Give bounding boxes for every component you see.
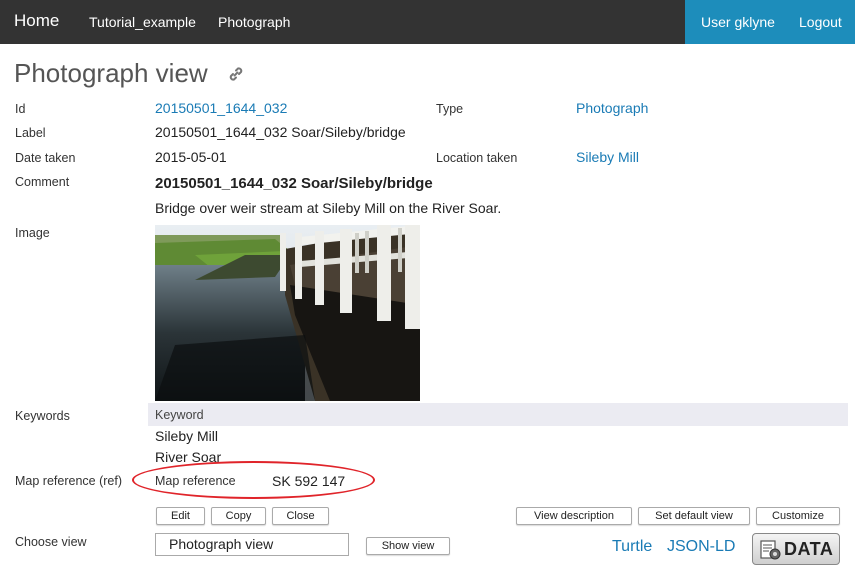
map-reference-label: Map reference (ref) <box>15 474 122 488</box>
keyword-item: Sileby Mill <box>155 428 219 444</box>
json-ld-link[interactable]: JSON-LD <box>667 538 735 556</box>
data-gear-icon <box>760 540 781 560</box>
close-button[interactable]: Close <box>272 507 329 525</box>
user-link[interactable]: User gklyne <box>701 0 775 44</box>
photo-image[interactable] <box>155 225 420 401</box>
customize-button[interactable]: Customize <box>756 507 840 525</box>
nav-photograph-link[interactable]: Photograph <box>218 0 290 44</box>
location-taken-link[interactable]: Sileby Mill <box>576 149 639 165</box>
label-label: Label <box>15 126 46 140</box>
show-view-button[interactable]: Show view <box>366 537 450 555</box>
highlight-ellipse <box>132 461 375 499</box>
comment-label: Comment <box>15 175 70 189</box>
data-button-label: DATA <box>784 539 834 559</box>
edit-button[interactable]: Edit <box>156 507 205 525</box>
image-label: Image <box>15 226 50 240</box>
user-box: User gklyne Logout <box>685 0 855 44</box>
top-nav-bar: Home Tutorial_example Photograph User gk… <box>0 0 855 44</box>
date-taken-label: Date taken <box>15 151 76 165</box>
copy-button[interactable]: Copy <box>211 507 266 525</box>
logout-link[interactable]: Logout <box>799 0 842 44</box>
page-title: Photograph view <box>14 58 208 88</box>
nav-home-link[interactable]: Home <box>14 0 59 43</box>
type-label: Type <box>436 102 464 116</box>
keyword-header-label: Keyword <box>155 408 204 422</box>
keyword-column-header: Keyword <box>148 403 848 426</box>
data-button[interactable]: DATA <box>752 533 840 565</box>
id-value-link[interactable]: 20150501_1644_032 <box>155 100 287 116</box>
view-description-button[interactable]: View description <box>516 507 632 525</box>
comment-heading: 20150501_1644_032 Soar/Sileby/bridge <box>155 175 433 192</box>
id-label: Id <box>15 102 26 116</box>
type-value-link[interactable]: Photograph <box>576 100 648 116</box>
view-select[interactable]: Photograph view <box>155 533 349 556</box>
nav-tutorial-example-link[interactable]: Tutorial_example <box>89 0 196 44</box>
choose-view-label: Choose view <box>15 535 87 549</box>
permalink-icon[interactable] <box>226 64 246 84</box>
turtle-link[interactable]: Turtle <box>612 538 652 556</box>
label-value: 20150501_1644_032 Soar/Sileby/bridge <box>155 124 406 140</box>
date-taken-value: 2015-05-01 <box>155 149 227 165</box>
keywords-label: Keywords <box>15 409 70 423</box>
location-taken-label: Location taken <box>436 151 518 165</box>
comment-text: Bridge over weir stream at Sileby Mill o… <box>155 200 502 216</box>
set-default-view-button[interactable]: Set default view <box>638 507 750 525</box>
